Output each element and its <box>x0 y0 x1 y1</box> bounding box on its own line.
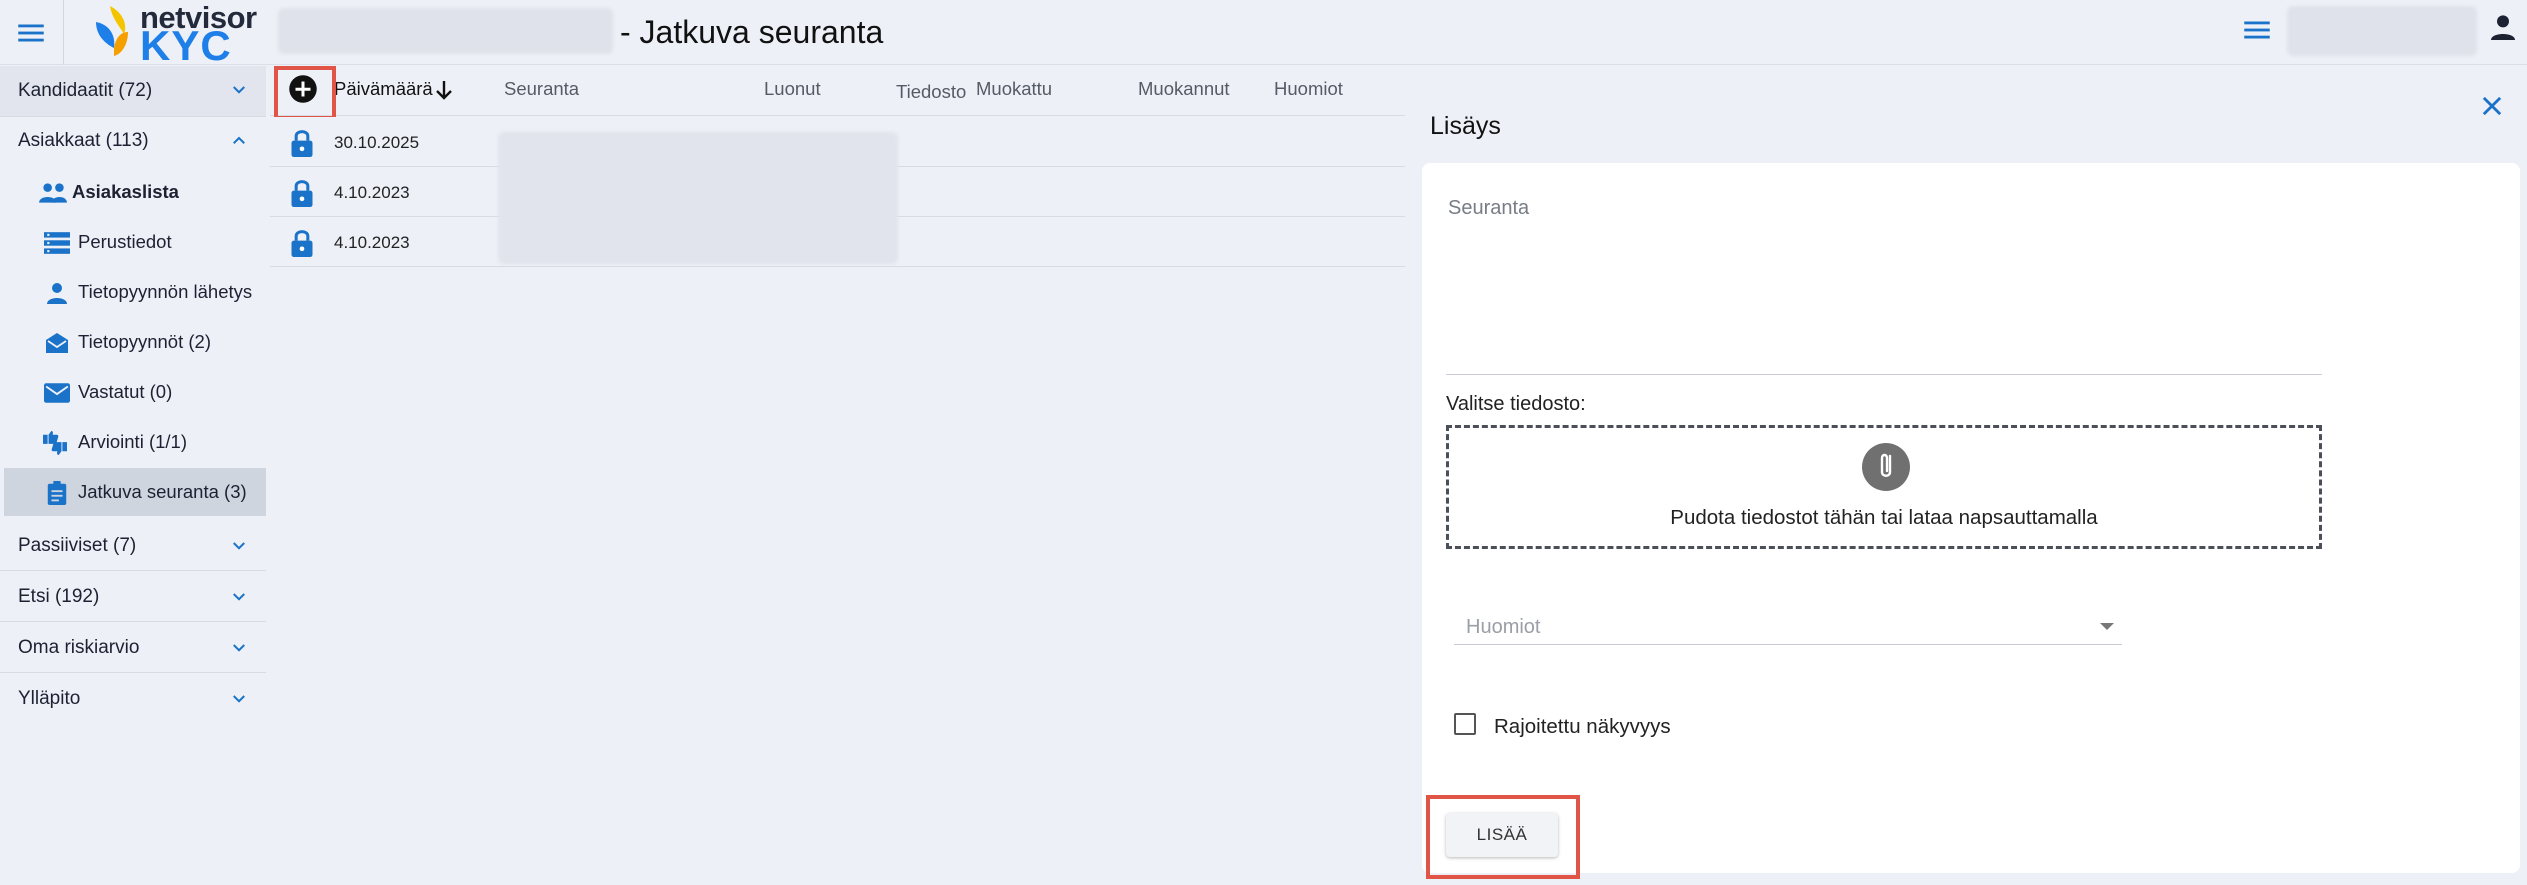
dropdown-caret-icon <box>2100 623 2114 630</box>
sidebar-section-label: Asiakkaat (113) <box>18 130 149 151</box>
chevron-down-icon <box>233 542 245 550</box>
column-header-seuranta[interactable]: Seuranta <box>504 78 579 100</box>
column-header-date[interactable]: Päivämäärä <box>334 78 433 100</box>
top-bar: netvisor KYC - Jatkuva seuranta <box>0 0 2527 69</box>
sidebar-item-label: Arviointi (1/1) <box>78 431 187 452</box>
row-date: 4.10.2023 <box>334 183 410 202</box>
close-icon[interactable] <box>2478 92 2506 120</box>
highlight-box <box>1426 795 1580 879</box>
sidebar-section-label: Ylläpito <box>18 688 81 709</box>
sidebar-section-asiakkaat[interactable]: Asiakkaat (113) <box>0 117 266 165</box>
sidebar-section-kandidaatit[interactable]: Kandidaatit (72) <box>0 66 266 116</box>
person-icon <box>47 283 67 304</box>
divider <box>0 672 266 673</box>
chevron-down-icon <box>233 644 245 652</box>
sidebar-item-jatkuva-seuranta[interactable]: Jatkuva seuranta (3) <box>4 468 266 516</box>
people-icon <box>39 183 67 203</box>
sidebar-section-oma-riskiarvio[interactable]: Oma riskiarvio <box>0 624 266 672</box>
sort-arrow-down-icon[interactable] <box>432 77 456 103</box>
seuranta-label: Seuranta <box>1448 197 1530 219</box>
column-header-muokannut[interactable]: Muokannut <box>1138 78 1230 100</box>
paperclip-icon <box>1862 443 1910 491</box>
sidebar-item-arviointi[interactable]: Arviointi (1/1) <box>4 418 266 466</box>
lock-icon[interactable] <box>290 179 314 207</box>
sidebar-item-vastatut[interactable]: Vastatut (0) <box>4 368 266 416</box>
chevron-down-icon <box>233 695 245 703</box>
seuranta-textarea[interactable] <box>1446 223 2322 375</box>
restricted-visibility-label[interactable]: Rajoitettu näkyvyys <box>1494 715 1671 739</box>
redacted-customer-name <box>278 8 613 54</box>
chevron-down-icon <box>233 86 245 94</box>
divider <box>0 621 266 622</box>
sidebar-item-label: Tietopyynnöt (2) <box>78 331 211 352</box>
logo-mark-icon <box>96 6 128 56</box>
sidebar-section-label: Passiiviset (7) <box>18 535 137 556</box>
lock-icon[interactable] <box>290 129 314 157</box>
open-mail-icon <box>46 333 68 353</box>
sidebar-item-tietopyynnon-lahetys[interactable]: Tietopyynnön lähetys <box>4 268 266 316</box>
dropzone-text: Pudota tiedostot tähän tai lataa napsaut… <box>1670 506 2098 529</box>
row-date: 30.10.2025 <box>334 133 420 152</box>
highlight-box <box>274 66 336 120</box>
file-dropzone[interactable]: Pudota tiedostot tähän tai lataa napsaut… <box>1446 425 2322 549</box>
row-date: 4.10.2023 <box>334 233 410 252</box>
chevron-down-icon <box>233 593 245 601</box>
sidebar-item-label: Tietopyynnön lähetys <box>78 281 253 302</box>
chevron-up-icon <box>233 136 245 144</box>
sidebar-section-passiiviset[interactable]: Passiiviset (7) <box>0 522 266 570</box>
mail-icon <box>44 383 70 403</box>
menu-icon[interactable] <box>2240 13 2274 47</box>
sidebar-item-perustiedot[interactable]: Perustiedot <box>4 218 266 266</box>
sidebar-item-tietopyynnot[interactable]: Tietopyynnöt (2) <box>4 318 266 366</box>
sidebar-section-label: Kandidaatit (72) <box>18 80 153 101</box>
sidebar-section-label: Oma riskiarvio <box>18 637 140 658</box>
list-icon <box>44 232 70 254</box>
sidebar: Kandidaatit (72) Asiakkaat (113) Asiakas… <box>0 66 268 885</box>
column-header-huomiot[interactable]: Huomiot <box>1274 78 1343 100</box>
thumbs-icon <box>43 431 67 455</box>
sidebar-section-yllapito[interactable]: Ylläpito <box>0 675 266 723</box>
logo-text-kyc: KYC <box>140 22 232 69</box>
column-header-luonut[interactable]: Luonut <box>764 78 821 100</box>
follow-up-table: Päivämäärä Seuranta Luonut Tiedosto Muok… <box>270 66 1405 885</box>
redacted-row-content <box>498 132 898 264</box>
page-title: - Jatkuva seuranta <box>620 14 884 50</box>
sidebar-item-label: Vastatut (0) <box>78 381 173 402</box>
sidebar-item-label: Perustiedot <box>78 231 172 252</box>
divider <box>0 570 266 571</box>
table-header: Päivämäärä Seuranta Luonut Tiedosto Muok… <box>270 66 1405 116</box>
divider <box>63 0 64 65</box>
sidebar-item-label: Jatkuva seuranta (3) <box>78 481 247 502</box>
lock-icon[interactable] <box>290 229 314 257</box>
sidebar-section-etsi[interactable]: Etsi (192) <box>0 573 266 621</box>
sidebar-item-asiakaslista[interactable]: Asiakaslista <box>4 168 266 216</box>
add-form-card: Seuranta Valitse tiedosto: Pudota tiedos… <box>1422 163 2520 873</box>
restricted-visibility-checkbox[interactable] <box>1454 713 1476 735</box>
column-header-tiedosto[interactable]: Tiedosto <box>896 81 966 103</box>
huomiot-select[interactable]: Huomiot <box>1454 603 2122 645</box>
redacted-user-name <box>2287 6 2477 56</box>
sidebar-item-label: Asiakaslista <box>72 181 179 202</box>
huomiot-placeholder: Huomiot <box>1466 616 1541 638</box>
sidebar-section-label: Etsi (192) <box>18 586 100 607</box>
user-icon[interactable] <box>2487 10 2519 46</box>
file-label: Valitse tiedosto: <box>1446 393 1586 415</box>
netvisor-kyc-logo[interactable]: netvisor KYC <box>88 0 257 69</box>
hamburger-menu-icon[interactable] <box>14 16 48 50</box>
column-header-muokattu[interactable]: Muokattu <box>976 78 1052 100</box>
panel-title: Lisäys <box>1430 112 1501 140</box>
clipboard-icon <box>47 481 67 505</box>
